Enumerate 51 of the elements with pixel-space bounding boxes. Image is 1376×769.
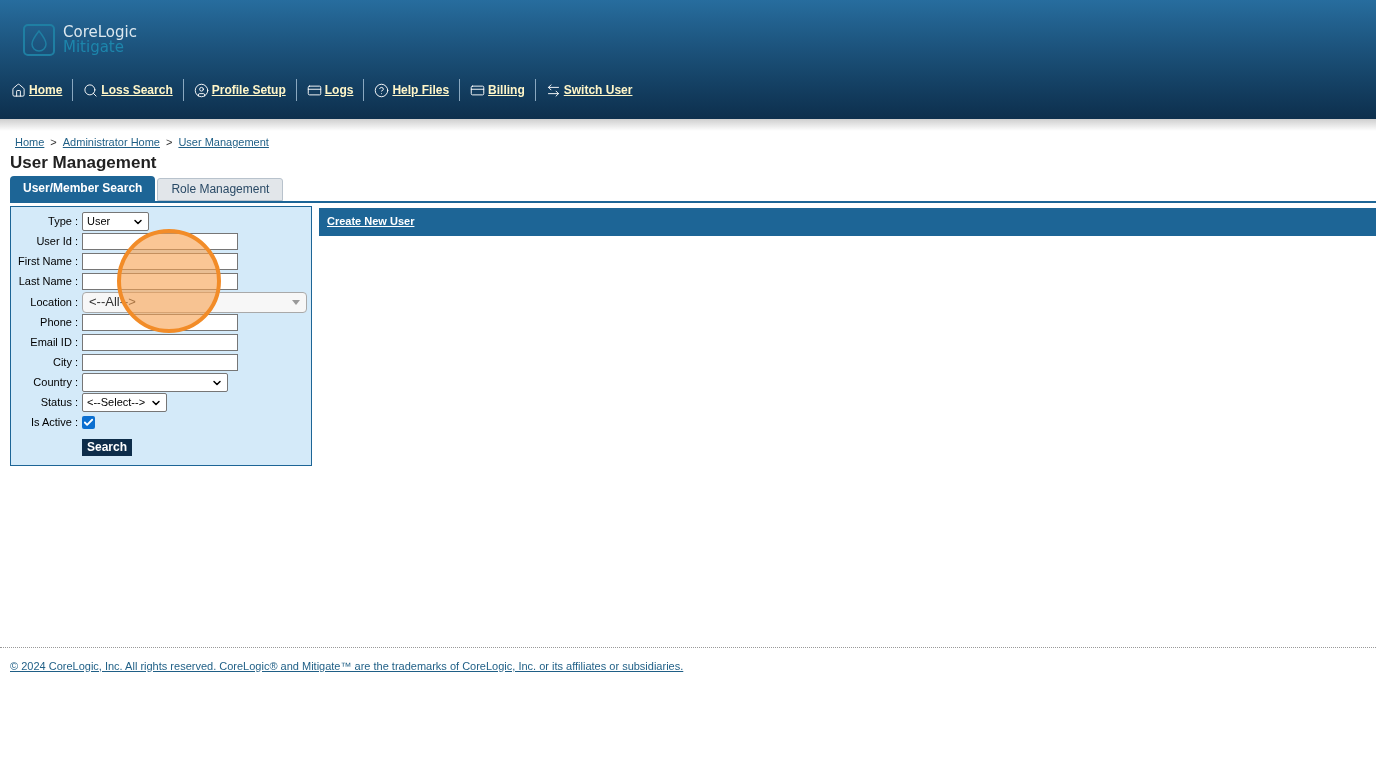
dropdown[interactable]: <--Select--> bbox=[82, 393, 167, 412]
field-label: City : bbox=[51, 355, 78, 371]
nav-link[interactable]: Help Files bbox=[374, 81, 450, 99]
field-label: Phone : bbox=[39, 315, 78, 331]
text-field[interactable] bbox=[82, 273, 238, 290]
logo-icon bbox=[23, 24, 55, 56]
field-label: Location : bbox=[29, 294, 78, 310]
page-title: User Management bbox=[10, 152, 158, 173]
nav-link[interactable]: Home bbox=[11, 81, 63, 99]
breadcrumb-link[interactable]: Home bbox=[15, 134, 45, 151]
text-field[interactable] bbox=[82, 334, 238, 351]
nav-link[interactable]: Billing bbox=[470, 81, 525, 99]
field-label: Is Active : bbox=[29, 415, 78, 431]
search-icon bbox=[83, 82, 99, 98]
field-label: Last Name : bbox=[17, 274, 78, 290]
copyright-link[interactable]: © 2024 CoreLogic, Inc. All rights reserved. CoreLogic® and Mitigate™ are the trademarks of CoreLogic, Inc. or its affiliates or subsidiaries. bbox=[10, 659, 684, 672]
nav-link[interactable]: Loss Search bbox=[83, 81, 173, 99]
text-field[interactable] bbox=[82, 354, 238, 371]
dropdown[interactable] bbox=[82, 373, 228, 392]
breadcrumb-link[interactable]: Administrator Home bbox=[62, 134, 160, 151]
search-button[interactable]: Search bbox=[82, 438, 133, 456]
field-label: Status : bbox=[39, 395, 78, 411]
user-icon bbox=[193, 82, 209, 98]
field-label: Type : bbox=[47, 214, 78, 230]
create-user-link[interactable]: Create New User bbox=[327, 213, 415, 230]
logo-text: CoreLogic bbox=[63, 25, 137, 40]
breadcrumb-separator: > bbox=[166, 135, 173, 150]
dropdown[interactable]: User bbox=[82, 212, 149, 231]
checkbox[interactable] bbox=[82, 416, 95, 429]
text-field[interactable] bbox=[82, 233, 238, 250]
field-label: User Id : bbox=[35, 234, 78, 250]
tab[interactable]: Role Management bbox=[157, 177, 284, 201]
field-label: Country : bbox=[32, 375, 78, 391]
breadcrumb-link[interactable]: User Management bbox=[178, 134, 269, 151]
tab[interactable]: User/Member Search bbox=[10, 175, 156, 201]
logo-subtext: Mitigate bbox=[63, 40, 124, 55]
swap-arrows-icon bbox=[545, 82, 561, 98]
help-icon bbox=[374, 82, 390, 98]
home-icon bbox=[11, 82, 26, 98]
check-icon bbox=[83, 417, 94, 428]
text-field[interactable] bbox=[82, 314, 238, 331]
field-label: First Name : bbox=[17, 254, 78, 270]
nav-link[interactable]: Logs bbox=[306, 81, 354, 99]
nav-link[interactable]: Switch User bbox=[545, 81, 633, 99]
caret-icon bbox=[292, 299, 300, 305]
card-icon bbox=[470, 82, 486, 98]
field-label: Email ID : bbox=[29, 335, 78, 351]
card-icon bbox=[306, 82, 322, 98]
nav-link[interactable]: Profile Setup bbox=[193, 81, 286, 99]
breadcrumb-separator: > bbox=[50, 135, 57, 150]
text-field[interactable] bbox=[82, 253, 238, 270]
